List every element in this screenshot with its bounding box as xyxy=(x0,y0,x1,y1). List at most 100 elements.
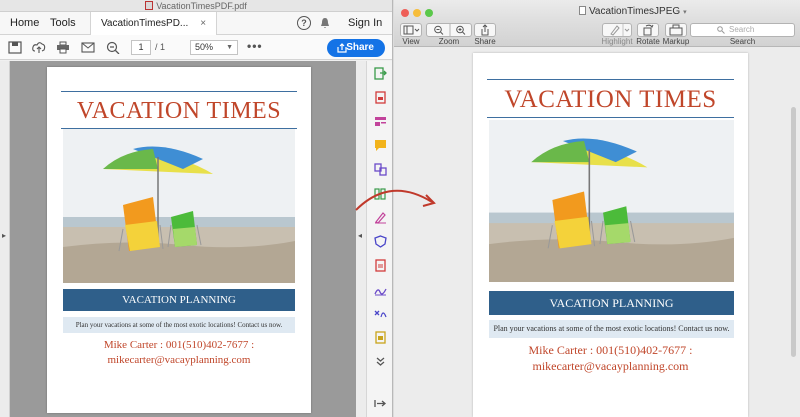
chevron-down-icon: ▼ xyxy=(226,44,233,51)
search-placeholder: Search xyxy=(729,25,755,34)
preview-share-button[interactable] xyxy=(474,23,496,37)
share-label: Share xyxy=(474,37,496,46)
highlight-label: Highlight xyxy=(601,37,633,46)
expand-left-icon: ▸ xyxy=(2,231,7,240)
preview-title-bar: VacationTimesJPEG ▾ xyxy=(394,0,800,22)
contact-email: mikecarter@vacayplanning.com xyxy=(107,354,251,366)
title-rule-top xyxy=(61,91,297,92)
document-title: VACATION TIMES xyxy=(76,98,282,124)
left-panel-toggle[interactable]: ▸ xyxy=(0,61,10,417)
view-button[interactable] xyxy=(400,23,422,37)
jpeg-vacation-planning-band: VACATION PLANNING xyxy=(489,291,734,315)
pdf-page: VACATION TIMES VACATION PLANNING Plan yo… xyxy=(47,67,311,413)
markup-label: Markup xyxy=(662,37,690,46)
mail-icon[interactable] xyxy=(81,41,95,54)
jpeg-beach-photo xyxy=(489,120,734,282)
beach-photo xyxy=(63,129,295,283)
right-panel-toggle[interactable]: ◂ xyxy=(356,61,366,417)
protect-icon[interactable] xyxy=(374,235,387,248)
jpeg-contact-email: mikecarter@vacayplanning.com xyxy=(532,359,689,373)
close-window-button[interactable] xyxy=(401,9,409,17)
acrobat-tab-bar: Home Tools VacationTimesPD... × ? Sign In xyxy=(0,12,392,35)
upload-icon[interactable] xyxy=(32,41,46,54)
minimize-window-button[interactable] xyxy=(413,9,421,17)
search-label: Search xyxy=(729,37,756,46)
comment-icon[interactable] xyxy=(374,139,387,152)
tab-tools[interactable]: Tools xyxy=(50,12,76,35)
zoom-window-button[interactable] xyxy=(425,9,433,17)
combine-icon[interactable] xyxy=(374,163,387,176)
preview-scrollbar[interactable] xyxy=(791,107,796,357)
collapse-right-icon: ◂ xyxy=(358,231,363,240)
vacation-planning-band: VACATION PLANNING xyxy=(63,289,295,311)
jpeg-page: VACATION TIMES VACATION PLANNING Plan yo… xyxy=(473,53,748,417)
jpeg-document-title: VACATION TIMES xyxy=(504,86,717,113)
zoom-value: 50% xyxy=(195,42,214,52)
markup-icon xyxy=(669,24,683,36)
share-icon xyxy=(337,43,347,53)
page-total: / 1 xyxy=(155,42,166,52)
acrobat-body: ▸ VACATION TIMES VACATION PLANNING Plan … xyxy=(0,61,392,417)
sign-in-link[interactable]: Sign In xyxy=(348,12,382,35)
tab-home[interactable]: Home xyxy=(10,12,39,35)
highlight-button[interactable] xyxy=(602,23,632,37)
search-field[interactable]: Search xyxy=(690,23,795,37)
preview-body: VACATION TIMES VACATION PLANNING Plan yo… xyxy=(394,47,800,417)
create-pdf-icon[interactable] xyxy=(374,91,387,104)
tab-document[interactable]: VacationTimesPD... × xyxy=(90,12,218,35)
close-tab-icon[interactable]: × xyxy=(200,18,206,29)
rotate-button[interactable] xyxy=(637,23,659,37)
arrow-icon xyxy=(355,189,436,211)
share-button-label: Share xyxy=(346,42,374,53)
zoom-out-icon[interactable] xyxy=(106,41,120,54)
save-icon[interactable] xyxy=(8,41,22,54)
acrobat-window-title: VacationTimesPDF.pdf xyxy=(156,1,247,11)
stamp-icon[interactable] xyxy=(374,331,387,344)
zoom-buttons[interactable] xyxy=(426,23,472,37)
info-banner: Plan your vacations at some of the most … xyxy=(63,317,295,333)
measure-icon[interactable] xyxy=(374,307,387,320)
tools-rail xyxy=(366,61,392,417)
pen-icon xyxy=(610,24,630,36)
search-icon xyxy=(717,26,725,34)
help-icon[interactable]: ? xyxy=(297,16,311,30)
share-button[interactable]: Share xyxy=(327,39,385,57)
rotate-label: Rotate xyxy=(636,37,660,46)
export-pdf-icon[interactable] xyxy=(374,67,387,80)
contact-phone: Mike Carter : 001(510)402-7677 : xyxy=(103,339,255,351)
print-icon[interactable] xyxy=(56,41,70,54)
more-tools-icon[interactable]: ••• xyxy=(247,39,263,53)
jpeg-contact-phone: Mike Carter : 001(510)402-7677 : xyxy=(528,343,693,357)
preview-window: VacationTimesJPEG ▾ View Zoom Share Highl… xyxy=(394,0,800,417)
acrobat-document-area: VACATION TIMES VACATION PLANNING Plan yo… xyxy=(10,61,356,417)
markup-button[interactable] xyxy=(665,23,687,37)
edit-pdf-icon[interactable] xyxy=(374,115,387,128)
zoom-select[interactable]: 50% ▼ xyxy=(190,40,238,55)
jpeg-info-banner: Plan your vacations at some of the most … xyxy=(489,320,734,338)
tab-document-label: VacationTimesPD... xyxy=(101,18,189,29)
sign-icon[interactable] xyxy=(374,283,387,296)
acrobat-window: VacationTimesPDF.pdf Home Tools Vacation… xyxy=(0,0,393,417)
bell-icon[interactable] xyxy=(320,17,330,29)
acrobat-title-bar: VacationTimesPDF.pdf xyxy=(0,0,392,12)
chevron-down-icon: ▾ xyxy=(683,9,687,16)
share-icon xyxy=(481,24,489,36)
compress-icon[interactable] xyxy=(374,259,387,272)
preview-toolbar: View Zoom Share Highlight Rotate Markup xyxy=(394,22,800,47)
document-icon xyxy=(579,6,586,15)
preview-window-title-text: VacationTimesJPEG xyxy=(589,6,681,17)
pdf-file-icon xyxy=(145,1,154,10)
jpeg-title-rule-bottom xyxy=(487,117,734,118)
collapse-tools-icon[interactable] xyxy=(374,397,387,410)
rotate-icon xyxy=(643,24,654,36)
zoom-label: Zoom xyxy=(438,37,460,46)
page-number-input[interactable]: 1 xyxy=(131,40,151,55)
screen: VacationTimesPDF.pdf Home Tools Vacation… xyxy=(0,0,800,417)
sidebar-icon xyxy=(403,25,420,35)
acrobat-toolbar: 1 / 1 50% ▼ ••• Share xyxy=(0,35,392,60)
preview-window-title[interactable]: VacationTimesJPEG ▾ xyxy=(579,6,687,17)
expand-icon[interactable] xyxy=(374,355,387,368)
zoom-in-out-icons xyxy=(434,24,466,36)
view-label: View xyxy=(402,37,420,46)
jpeg-title-rule-top xyxy=(487,79,734,80)
